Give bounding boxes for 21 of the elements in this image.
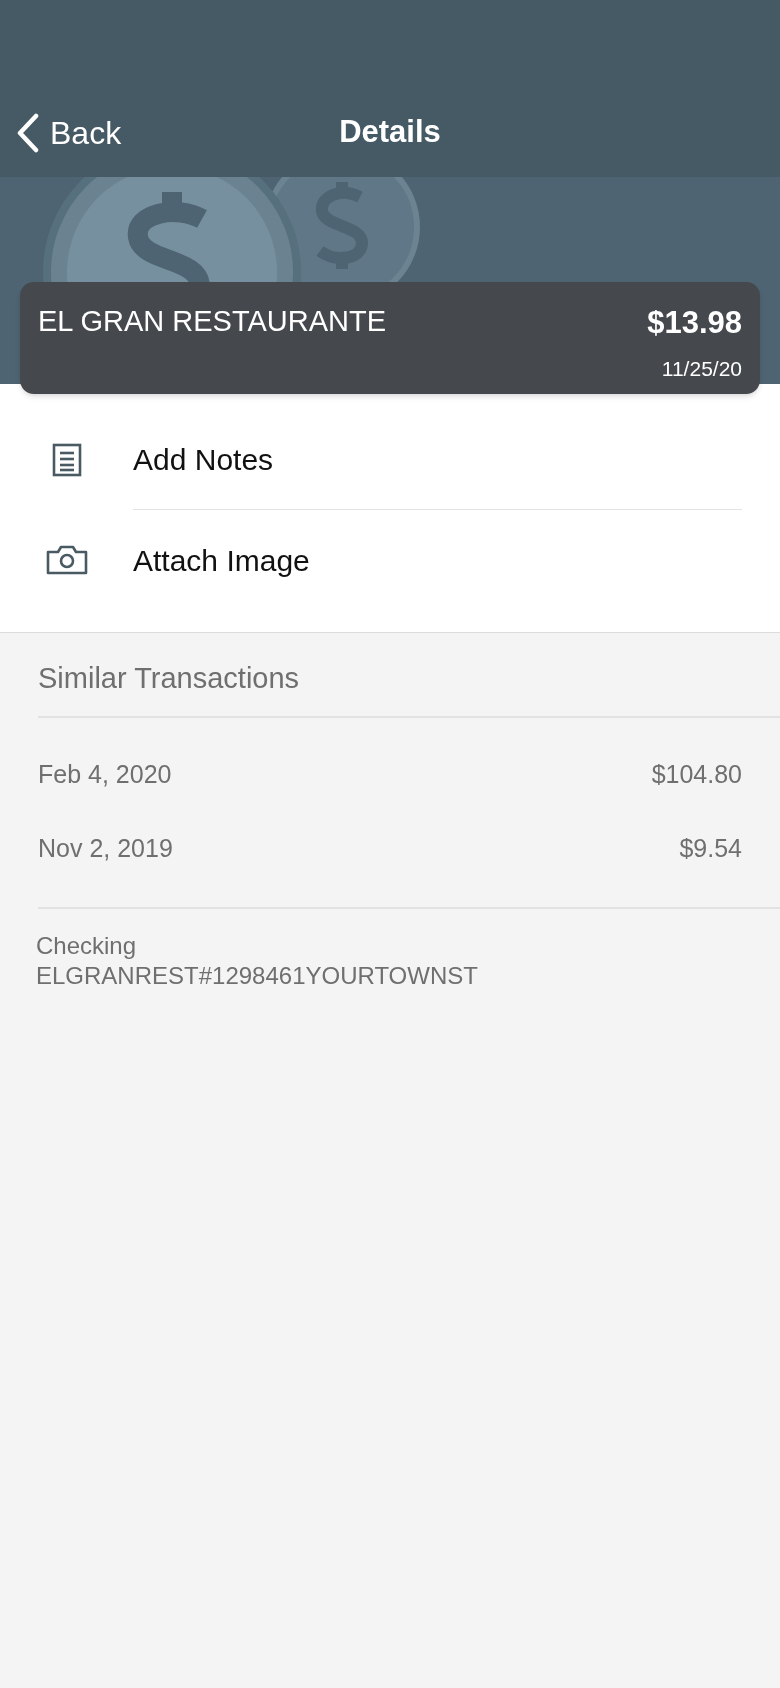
account-name: Checking [36,931,138,961]
action-row[interactable]: Add Notes [0,410,780,510]
row-amount: $104.80 [651,759,742,790]
document-icon [51,443,82,477]
account-description: ELGRANREST#1298461YOURTOWNST [36,961,479,991]
section-heading: Similar Transactions [38,660,300,696]
row-amount: $9.54 [679,832,742,864]
action-row[interactable]: Attach Image [0,510,780,610]
transaction-date: 11/25/20 [661,355,742,382]
merchant-name: EL GRAN RESTAURANTE [38,304,387,339]
row-date: Nov 2, 2019 [38,832,173,864]
action-label: Add Notes [133,442,274,478]
action-label: Attach Image [133,542,310,579]
transaction-amount: $13.98 [647,304,742,342]
back-button[interactable]: Back [0,109,122,157]
screen-title: Details [339,112,441,151]
row-date: Feb 4, 2020 [38,759,172,790]
camera-icon [45,544,88,576]
transaction-row[interactable]: Nov 2, 2019 $9.54 [38,829,742,867]
transaction-row[interactable]: Feb 4, 2020 $104.80 [38,756,742,794]
chevron-left-icon [16,113,40,153]
